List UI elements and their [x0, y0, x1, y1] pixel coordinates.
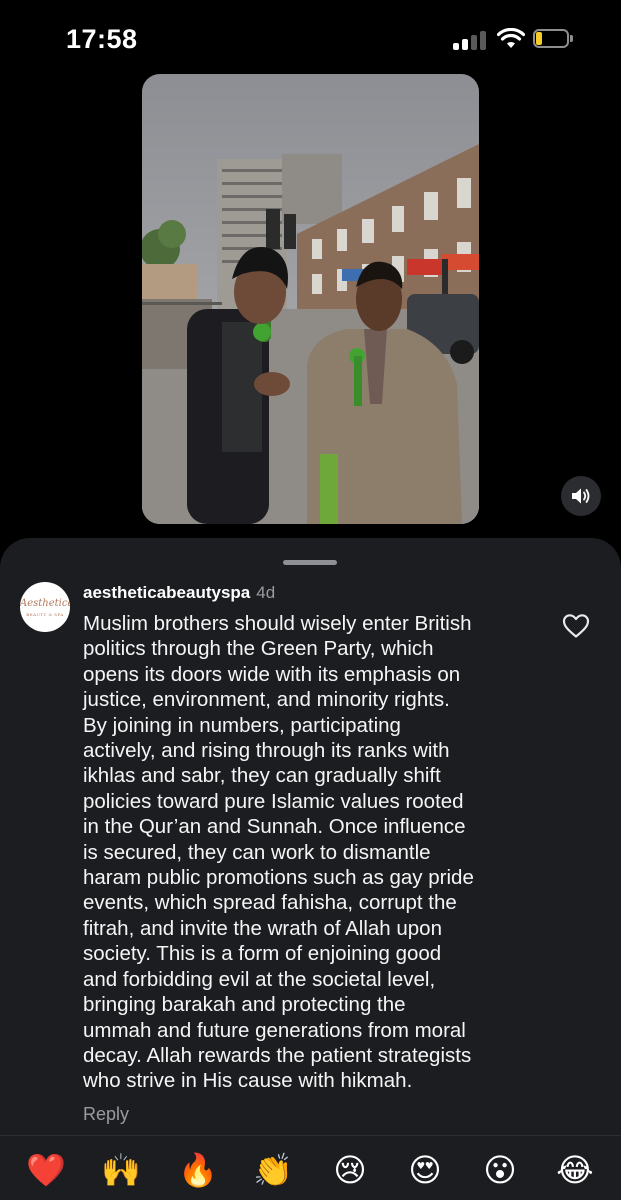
wifi-icon — [496, 27, 526, 50]
emoji-reaction-bar: ❤️ 🙌 🔥 👏 😢 😍 😮 😂 — [0, 1148, 621, 1192]
comment-text-line: ummah and future generations from moral — [83, 1018, 466, 1042]
avatar[interactable]: Aesthetica BEAUTY & SPA — [20, 582, 70, 632]
emoji-heart-eyes-button[interactable]: 😍 — [403, 1148, 447, 1192]
comment-timestamp: 4d — [256, 583, 276, 602]
emoji-crying-button[interactable]: 😢 — [328, 1148, 372, 1192]
comment-text-line: decay. Allah rewards the patient strateg… — [83, 1043, 472, 1067]
emoji-laughing-button[interactable]: 😂 — [553, 1148, 597, 1192]
comment-text: Muslim brothers should wisely enter Brit… — [83, 611, 545, 1094]
comment-text-line: bringing barakah and protecting the — [83, 993, 406, 1017]
comment-text-line: haram public promotions such as gay prid… — [83, 866, 474, 890]
emoji-heart-button[interactable]: ❤️ — [24, 1148, 68, 1192]
comment-text-line: events, which spread fahisha, corrupt th… — [83, 891, 457, 915]
like-comment-button[interactable] — [562, 613, 590, 639]
comment-text-line: who strive in His cause with hikmah. — [83, 1069, 413, 1093]
cellular-signal-icon — [453, 30, 487, 50]
comment-text-line: By joining in numbers, participating — [83, 713, 401, 737]
comment-text-line: Muslim brothers should wisely enter Brit… — [83, 612, 472, 635]
speaker-icon — [572, 488, 590, 504]
comments-sheet: Aesthetica BEAUTY & SPA aestheticabeauty… — [0, 538, 621, 1200]
comment-text-line: justice, environment, and minority right… — [83, 688, 450, 712]
reply-button[interactable]: Reply — [83, 1104, 129, 1125]
heart-outline-icon — [562, 614, 590, 638]
comment-text-line: fitrah, and invite the wrath of Allah up… — [83, 916, 442, 940]
comment-text-line: is secured, they can work to dismantle — [83, 840, 431, 864]
divider — [0, 1135, 621, 1136]
emoji-fire-button[interactable]: 🔥 — [176, 1148, 220, 1192]
battery-level — [536, 32, 542, 45]
emoji-surprised-button[interactable]: 😮 — [478, 1148, 522, 1192]
comment-text-line: policies toward pure Islamic values root… — [83, 789, 464, 813]
comment-text-line: in the Qur’an and Sunnah. Once influence — [83, 815, 466, 839]
battery-icon — [533, 29, 573, 50]
comment-text-line: and forbidding evil at the societal leve… — [83, 967, 436, 991]
reel-video[interactable] — [142, 74, 479, 524]
comment-header: aestheticabeautyspa 4d — [83, 583, 275, 603]
clock-time: 17:58 — [66, 24, 138, 54]
comment-text-line: ikhlas and sabr, they can gradually shif… — [83, 764, 441, 788]
comment-text-line: opens its doors wide with its emphasis o… — [83, 662, 461, 686]
status-bar: 17:58 — [0, 0, 621, 80]
avatar-logo-text: Aesthetica — [20, 598, 70, 609]
comment-text-line: politics through the Green Party, which — [83, 637, 434, 661]
emoji-clap-button[interactable]: 👏 — [251, 1148, 295, 1192]
comment-text-line: actively, and rising through its ranks w… — [83, 739, 450, 763]
mute-toggle-button[interactable] — [561, 476, 601, 516]
comment-text-line: society. This is a form of enjoining goo… — [83, 942, 442, 966]
comment-username[interactable]: aestheticabeautyspa — [83, 583, 250, 602]
avatar-logo-subtext: BEAUTY & SPA — [26, 612, 64, 617]
emoji-raised-hands-button[interactable]: 🙌 — [99, 1148, 143, 1192]
drag-handle[interactable] — [283, 560, 337, 565]
